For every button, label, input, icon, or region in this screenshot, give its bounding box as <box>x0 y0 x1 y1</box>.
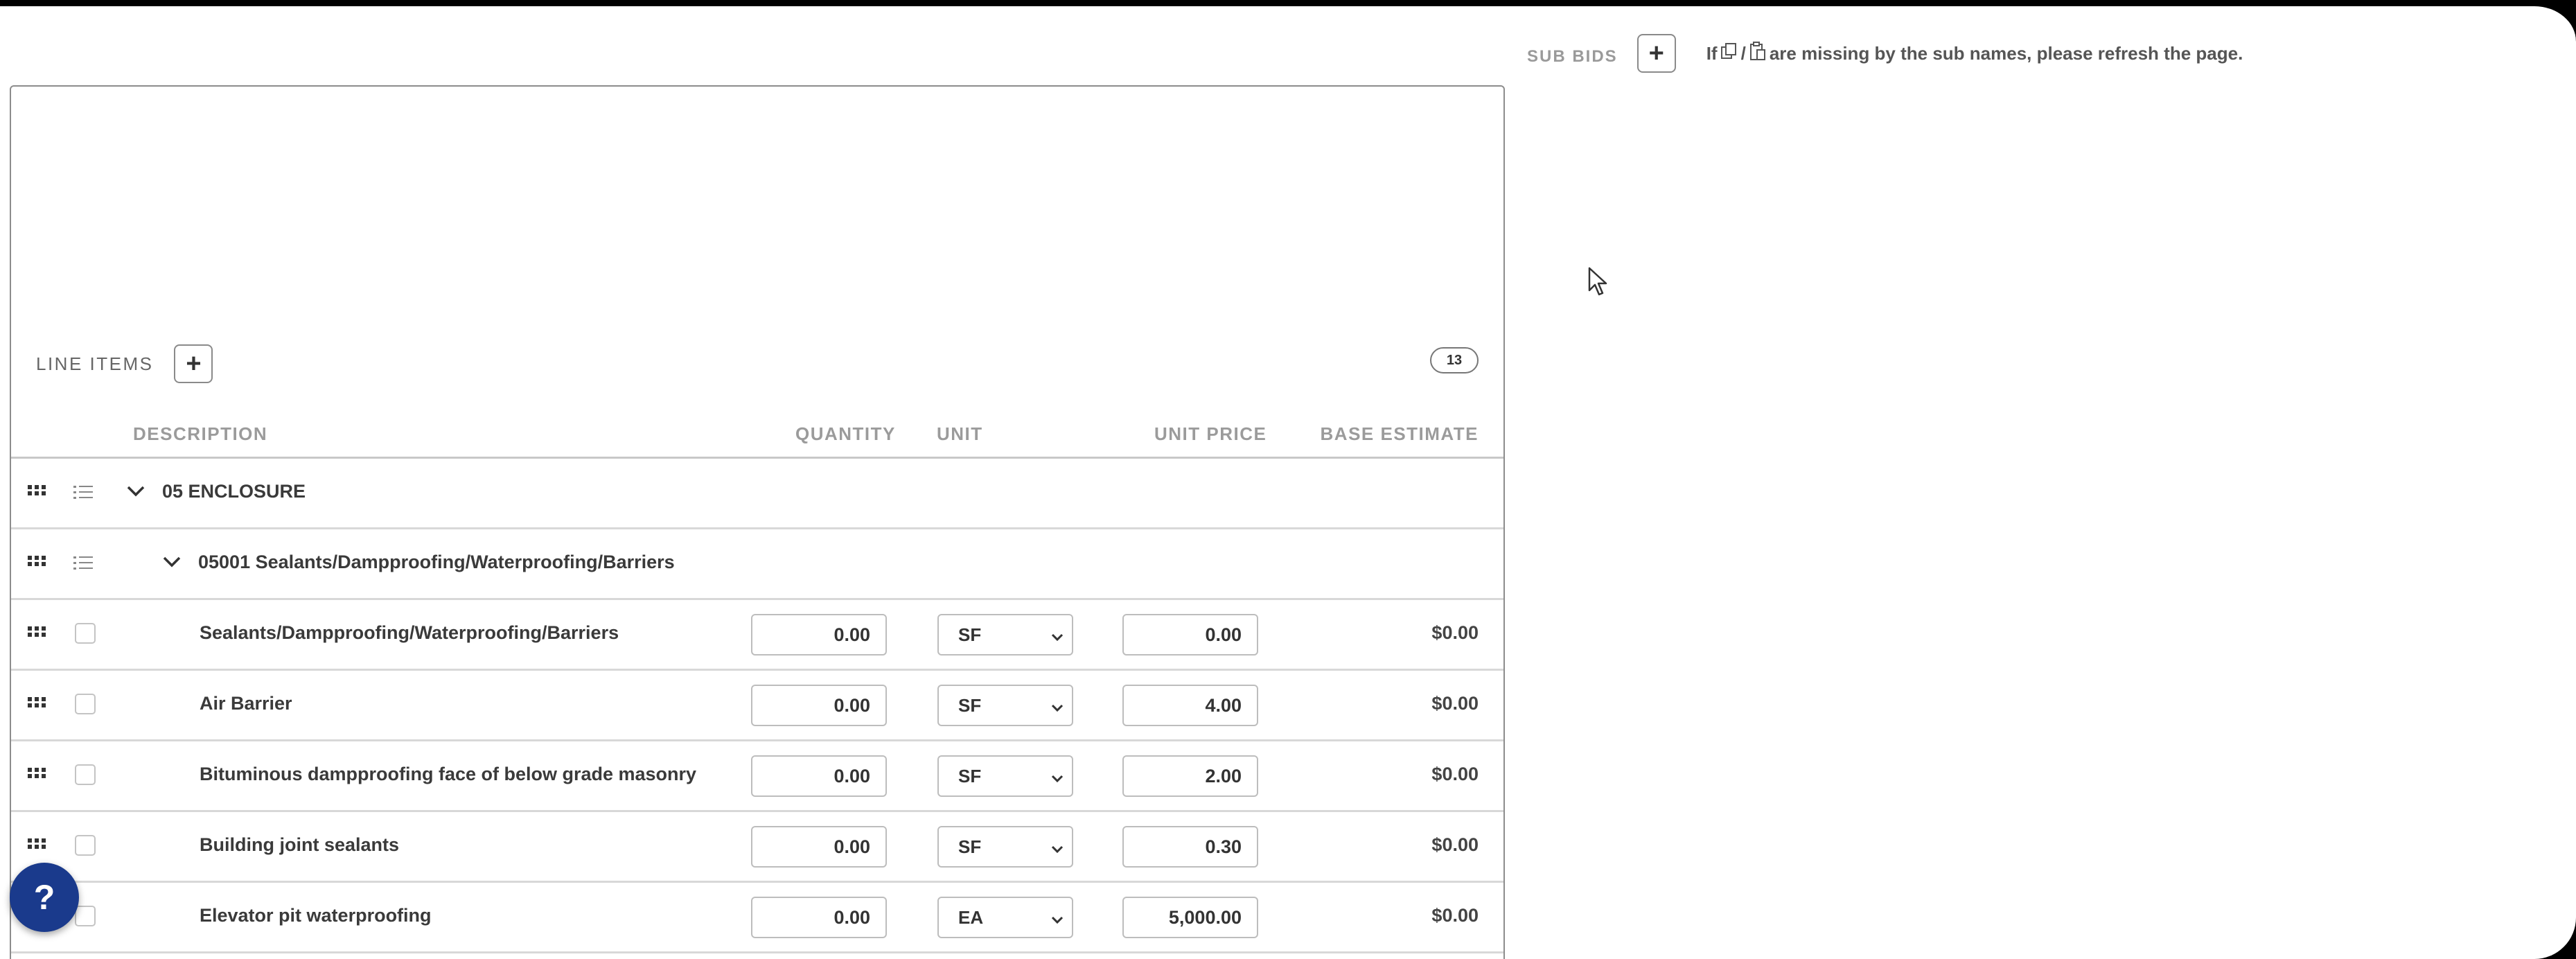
base-estimate-value: $0.00 <box>1431 693 1479 714</box>
chevron-down-icon[interactable] <box>126 484 145 502</box>
unit-value: SF <box>958 836 982 857</box>
quantity-input[interactable]: 0.00 <box>751 897 887 938</box>
app-window: SUB BIDS + If / are missing by the sub n… <box>0 0 2576 959</box>
unit-select[interactable]: SF <box>937 685 1073 726</box>
col-quantity: QUANTITY <box>795 423 896 444</box>
unit-value: SF <box>958 624 982 645</box>
paste-icon <box>1749 41 1767 67</box>
drag-handle-icon[interactable] <box>28 768 46 782</box>
unit-select[interactable]: SF <box>937 614 1073 656</box>
row-checkbox[interactable] <box>75 835 96 856</box>
unit-value: EA <box>958 906 984 928</box>
chevron-down-icon <box>1050 769 1065 791</box>
table-row: Building joint sealants 0.00 SF 0.30 $0.… <box>11 810 1503 881</box>
help-button[interactable]: ? <box>10 863 79 932</box>
item-description: Bituminous dampproofing face of below gr… <box>200 764 697 784</box>
copy-icon <box>1720 42 1738 66</box>
table-row: Elevator pit waterproofing 0.00 EA 5,000… <box>11 881 1503 951</box>
quantity-input[interactable]: 0.00 <box>751 614 887 656</box>
base-estimate-value: $0.00 <box>1431 834 1479 855</box>
quantity-input[interactable]: 0.00 <box>751 755 887 797</box>
table-row: Air Barrier 0.00 SF 4.00 $0.00 <box>11 669 1503 739</box>
line-items-panel: LINE ITEMS + 13 DESCRIPTION QUANTITY UNI… <box>10 85 1505 959</box>
unit-select[interactable]: EA <box>937 897 1073 938</box>
list-icon <box>73 485 94 504</box>
group-label: 05 ENCLOSURE <box>162 481 306 502</box>
mouse-cursor-icon <box>1588 267 1607 299</box>
col-description: DESCRIPTION <box>133 423 268 444</box>
chevron-down-icon <box>1050 698 1065 720</box>
unit-value: SF <box>958 694 982 716</box>
item-description: Air Barrier <box>200 693 292 714</box>
note-prefix: If <box>1706 42 1718 64</box>
unit-price-input[interactable]: 4.00 <box>1122 685 1258 726</box>
chevron-down-icon[interactable] <box>162 554 182 573</box>
chevron-down-icon <box>1050 910 1065 932</box>
col-base-estimate: BASE ESTIMATE <box>1320 423 1479 444</box>
line-items-title: LINE ITEMS <box>36 353 154 374</box>
refresh-note: If / are missing by the sub names, pleas… <box>1706 41 2243 67</box>
unit-value: SF <box>958 765 982 786</box>
sub-bids-label: SUB BIDS <box>1527 47 1618 66</box>
list-icon <box>73 556 94 574</box>
row-divider <box>11 951 1503 959</box>
subgroup-row: 05001 Sealants/Dampproofing/Waterproofin… <box>11 527 1503 598</box>
item-description: Building joint sealants <box>200 834 400 855</box>
drag-handle-icon[interactable] <box>28 838 46 853</box>
subgroup-label: 05001 Sealants/Dampproofing/Waterproofin… <box>198 552 675 572</box>
unit-price-input[interactable]: 0.00 <box>1122 614 1258 656</box>
row-checkbox[interactable] <box>75 623 96 644</box>
drag-handle-icon[interactable] <box>28 626 46 641</box>
item-description: Sealants/Dampproofing/Waterproofing/Barr… <box>200 622 619 643</box>
chevron-down-icon <box>1050 840 1065 861</box>
top-bar <box>0 0 1255 3</box>
top-bar-right <box>1255 0 2576 6</box>
unit-price-input[interactable]: 0.30 <box>1122 826 1258 868</box>
col-unit: UNIT <box>937 423 983 444</box>
base-estimate-value: $0.00 <box>1431 764 1479 784</box>
unit-select[interactable]: SF <box>937 755 1073 797</box>
group-row: 05 ENCLOSURE <box>11 457 1503 527</box>
drag-handle-icon[interactable] <box>28 697 46 712</box>
plus-icon: + <box>186 349 202 378</box>
row-checkbox[interactable] <box>75 694 96 714</box>
base-estimate-value: $0.00 <box>1431 905 1479 926</box>
col-unit-price: UNIT PRICE <box>1154 423 1267 444</box>
item-description: Elevator pit waterproofing <box>200 905 432 926</box>
sub-bids-header: SUB BIDS + If / are missing by the sub n… <box>1527 33 2243 74</box>
add-sub-bid-button[interactable]: + <box>1637 34 1676 73</box>
unit-price-input[interactable]: 2.00 <box>1122 755 1258 797</box>
drag-handle-icon[interactable] <box>28 556 46 570</box>
quantity-input[interactable]: 0.00 <box>751 826 887 868</box>
unit-select[interactable]: SF <box>937 826 1073 868</box>
base-estimate-value: $0.00 <box>1431 622 1479 643</box>
chevron-down-icon <box>1050 628 1065 649</box>
table-row: Bituminous dampproofing face of below gr… <box>11 739 1503 810</box>
add-line-item-button[interactable]: + <box>174 344 213 383</box>
row-checkbox[interactable] <box>75 906 96 926</box>
note-suffix: are missing by the sub names, please ref… <box>1769 42 2243 64</box>
line-items-header: LINE ITEMS + <box>36 344 213 383</box>
drag-handle-icon[interactable] <box>28 485 46 500</box>
row-checkbox[interactable] <box>75 764 96 785</box>
line-item-count-badge: 13 <box>1430 347 1479 373</box>
quantity-input[interactable]: 0.00 <box>751 685 887 726</box>
plus-icon: + <box>1648 39 1664 68</box>
table-row: Sealants/Dampproofing/Waterproofing/Barr… <box>11 598 1503 669</box>
unit-price-input[interactable]: 5,000.00 <box>1122 897 1258 938</box>
note-separator: / <box>1740 42 1746 64</box>
